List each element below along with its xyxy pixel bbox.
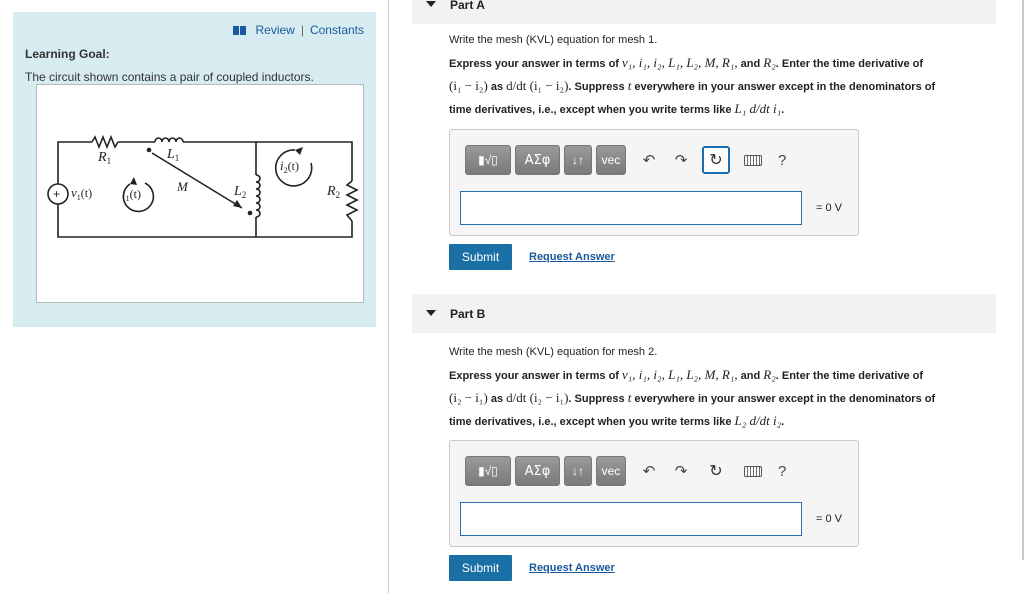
- i2-arg: (t): [288, 159, 299, 173]
- svg-text:i1(t): i1(t): [122, 186, 141, 203]
- dot-l1: [146, 147, 152, 153]
- l2-sub: 2: [242, 190, 247, 200]
- inductor-l1: [154, 137, 184, 143]
- part-a-directions: Express your answer in terms of v₁, i₁, …: [449, 55, 936, 116]
- v1-arg: (t): [81, 186, 92, 200]
- templates-button[interactable]: ▮√▯: [465, 456, 511, 486]
- redo-icon[interactable]: ↷: [668, 151, 694, 169]
- greek-symbols-button[interactable]: ΑΣφ: [515, 456, 560, 486]
- svg-text:R1: R1: [97, 150, 111, 166]
- equals-zero-label: = 0 V: [816, 513, 842, 525]
- part-b-directions: Express your answer in terms of v₁, i₁, …: [449, 367, 936, 428]
- part-a-submit-button[interactable]: Submit: [449, 244, 512, 270]
- vector-button[interactable]: vec: [596, 456, 626, 486]
- templates-button[interactable]: ▮√▯: [465, 145, 511, 175]
- svg-text:L1: L1: [166, 147, 179, 163]
- math-toolbar: ▮√▯ ΑΣφ ↓↑ vec ↶ ↷ ↻ ?: [465, 145, 786, 175]
- part-b-answer-input[interactable]: [460, 502, 802, 536]
- reset-icon[interactable]: ↻: [702, 146, 730, 174]
- svg-text:i2(t): i2(t): [280, 158, 299, 175]
- part-a-title: Part A: [450, 0, 485, 12]
- wire-right-top: [256, 141, 353, 181]
- separator: |: [300, 23, 304, 37]
- mutual-arrowhead: [233, 200, 242, 208]
- svg-text:R2: R2: [326, 184, 340, 200]
- reset-icon[interactable]: ↻: [702, 457, 730, 485]
- r2-label: R: [326, 184, 336, 199]
- constants-link[interactable]: Constants: [310, 23, 364, 37]
- mesh1-arrowhead: [130, 177, 137, 185]
- r1-sub: 1: [107, 156, 112, 166]
- resistor-r1: [91, 134, 119, 150]
- review-link[interactable]: Review: [255, 23, 294, 37]
- math-toolbar: ▮√▯ ΑΣφ ↓↑ vec ↶ ↷ ↻ ?: [465, 456, 786, 486]
- circuit-diagram: + R1 L1 L2 R2 M v1(t) i1(t) i2(t): [36, 84, 364, 303]
- l2-label: L: [233, 184, 242, 199]
- problem-panel: Review | Constants Learning Goal: The ci…: [13, 12, 376, 327]
- part-b-instruction: Write the mesh (KVL) equation for mesh 2…: [449, 346, 658, 358]
- svg-text:L2: L2: [233, 184, 246, 200]
- book-icon: [233, 25, 247, 35]
- part-b-answer-editor: ▮√▯ ΑΣφ ↓↑ vec ↶ ↷ ↻ ? = 0 V: [449, 440, 859, 547]
- fraction-sqrt-icon: ▮√▯: [478, 464, 498, 478]
- dot-l2: [247, 210, 253, 216]
- keyboard-icon[interactable]: [744, 154, 762, 166]
- part-b-title: Part B: [450, 307, 486, 321]
- part-a-answer-editor: ▮√▯ ΑΣφ ↓↑ vec ↶ ↷ ↻ ? = 0 V: [449, 129, 859, 236]
- redo-icon[interactable]: ↷: [668, 462, 694, 480]
- part-b-submit-button[interactable]: Submit: [449, 555, 512, 581]
- vector-button[interactable]: vec: [596, 145, 626, 175]
- collapse-triangle-icon[interactable]: [426, 1, 436, 7]
- inductor-l2: [255, 174, 261, 218]
- keyboard-icon[interactable]: [744, 465, 762, 477]
- part-a-request-answer-link[interactable]: Request Answer: [529, 251, 615, 263]
- part-b-request-answer-link[interactable]: Request Answer: [529, 562, 615, 574]
- part-a-instruction: Write the mesh (KVL) equation for mesh 1…: [449, 34, 658, 46]
- fraction-sqrt-icon: ▮√▯: [478, 153, 498, 167]
- wire-left-top: [57, 141, 92, 188]
- undo-icon[interactable]: ↶: [636, 462, 662, 480]
- help-icon[interactable]: ?: [778, 152, 786, 169]
- equals-zero-label: = 0 V: [816, 202, 842, 214]
- help-icon[interactable]: ?: [778, 463, 786, 480]
- i1-arg: (t): [130, 187, 141, 201]
- wire-right-bottom: [256, 221, 353, 238]
- column-divider: [388, 0, 389, 593]
- resistor-r2: [345, 180, 359, 222]
- undo-icon[interactable]: ↶: [636, 151, 662, 169]
- mutual-arrow: [151, 152, 243, 209]
- r2-sub: 2: [336, 190, 341, 200]
- wire-l1-node: [183, 141, 257, 175]
- part-b-header[interactable]: Part B: [412, 294, 996, 333]
- review-constants-bar: Review | Constants: [233, 23, 364, 37]
- mesh2-arrowhead: [295, 147, 303, 155]
- svg-text:v1(t): v1(t): [71, 185, 92, 202]
- greek-symbols-button[interactable]: ΑΣφ: [515, 145, 560, 175]
- learning-goal-text: The circuit shown contains a pair of cou…: [25, 70, 314, 84]
- arrows-button[interactable]: ↓↑: [564, 145, 592, 175]
- m-label: M: [176, 179, 189, 194]
- collapse-triangle-icon[interactable]: [426, 310, 436, 316]
- l1-label: L: [166, 147, 175, 162]
- arrows-button[interactable]: ↓↑: [564, 456, 592, 486]
- wire-left-bottom: [57, 200, 256, 238]
- r1-label: R: [97, 150, 107, 165]
- learning-goal-title: Learning Goal:: [25, 47, 110, 61]
- part-a-header[interactable]: Part A: [412, 0, 996, 24]
- plus-sign: +: [53, 187, 60, 201]
- l1-sub: 1: [175, 153, 180, 163]
- part-a-answer-input[interactable]: [460, 191, 802, 225]
- circuit-svg: + R1 L1 L2 R2 M v1(t) i1(t) i2(t): [47, 134, 359, 238]
